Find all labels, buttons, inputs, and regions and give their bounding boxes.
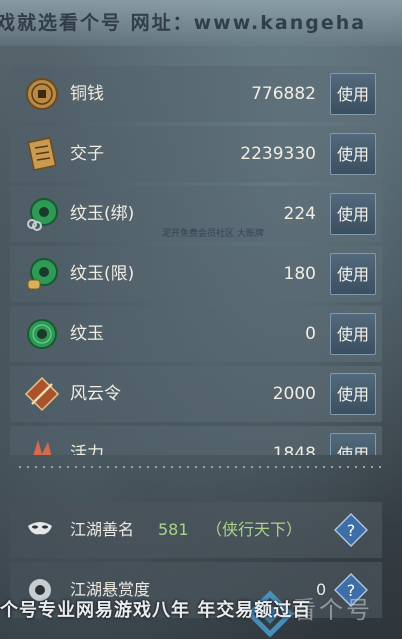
currency-name: 纹玉(绑) — [70, 204, 135, 224]
currency-amount: 180 — [283, 264, 316, 284]
currency-amount: 2239330 — [240, 144, 316, 164]
currency-list[interactable]: 铜钱 776882 使用 交子 2239330 使用 纹玉(绑) 224 使用 — [10, 60, 382, 455]
currency-row-copper: 铜钱 776882 使用 — [10, 66, 382, 122]
overlay-watermark: 泥开免费会员社区 大账牌 — [162, 229, 264, 239]
currency-amount: 0 — [305, 324, 316, 344]
use-button[interactable]: 使用 — [330, 313, 376, 355]
jade-icon — [27, 319, 57, 349]
reputation-name: 江湖善名 — [70, 520, 135, 539]
currency-amount: 1848 — [272, 444, 316, 455]
bottom-watermark-banner: 个号专业网易游戏八年 年交易额过百 — [0, 596, 402, 639]
use-button[interactable]: 使用 — [330, 373, 376, 415]
mask-icon — [28, 522, 52, 535]
top-watermark-banner: 戏就选看个号 网址：www.kangeha — [0, 0, 402, 46]
reputation-row: 江湖善名 581 （侠行天下） ? — [10, 502, 382, 558]
currency-amount: 2000 — [272, 384, 316, 404]
top-watermark-text: 戏就选看个号 网址：www.kangeha — [0, 12, 367, 34]
currency-row-jade-limited: 纹玉(限) 180 使用 — [10, 246, 382, 302]
currency-name: 纹玉 — [70, 324, 104, 344]
fengyun-token-icon — [24, 376, 60, 412]
use-button[interactable]: 使用 — [330, 253, 376, 295]
jade-bound-icon — [27, 198, 58, 231]
use-button[interactable]: 使用 — [330, 193, 376, 235]
currency-name: 铜钱 — [70, 84, 104, 104]
currency-name: 风云令 — [70, 384, 121, 404]
currency-name: 交子 — [70, 144, 104, 164]
vitality-icon — [33, 440, 52, 455]
copper-coin-icon — [26, 78, 58, 110]
help-icon[interactable]: ? — [334, 513, 368, 547]
use-button[interactable]: 使用 — [330, 133, 376, 175]
currency-amount: 776882 — [251, 84, 316, 104]
currency-row-vitality: 活力 1848 使用 — [10, 426, 382, 455]
currency-name: 活力 — [70, 444, 104, 455]
help-glyph: ? — [347, 521, 356, 540]
reputation-value: 581 — [158, 520, 189, 539]
jade-limited-icon — [27, 258, 58, 290]
bottom-watermark-text: 个号专业网易游戏八年 年交易额过百 — [0, 600, 312, 621]
use-button[interactable]: 使用 — [330, 433, 376, 455]
use-button[interactable]: 使用 — [330, 73, 376, 115]
dotted-divider — [16, 466, 386, 468]
paper-note-icon — [27, 137, 57, 171]
currency-row-jiaozi: 交子 2239330 使用 — [10, 126, 382, 182]
currency-row-jade: 纹玉 0 使用 — [10, 306, 382, 362]
reputation-status: （侠行天下） — [206, 520, 303, 539]
currency-amount: 224 — [283, 204, 316, 224]
currency-row-fengyun: 风云令 2000 使用 — [10, 366, 382, 422]
currency-name: 纹玉(限) — [70, 264, 135, 284]
